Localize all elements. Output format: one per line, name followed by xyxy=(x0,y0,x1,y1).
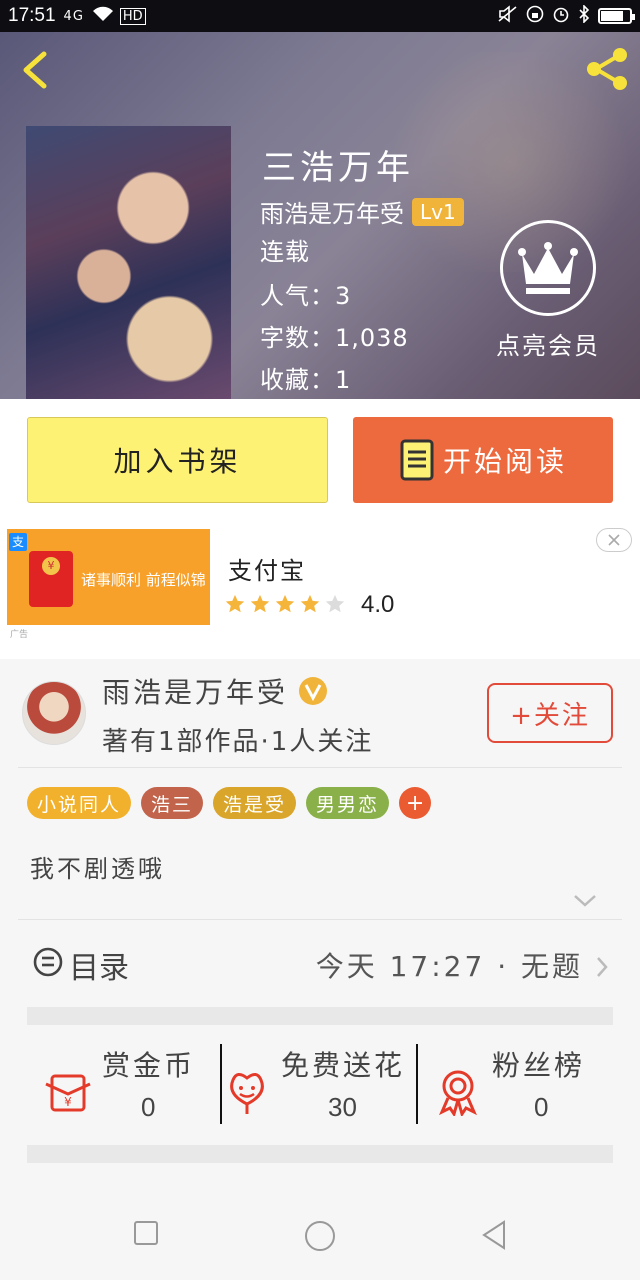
fans-value: 0 xyxy=(534,1092,549,1122)
bluetooth-icon xyxy=(578,4,590,27)
hd-indicator: HD xyxy=(119,7,146,25)
book-cover[interactable] xyxy=(26,126,231,399)
tag-item[interactable]: 浩是受 xyxy=(213,787,297,819)
avatar[interactable] xyxy=(22,681,86,745)
reward-coins-button[interactable]: ¥ 赏金币 0 xyxy=(44,1044,214,1124)
book-header: 三浩万年 雨浩是万年受 Lv1 连载 人气：3 字数：1,038 收藏：1 点亮… xyxy=(0,32,640,399)
square-icon xyxy=(134,1221,158,1245)
reward-value: 0 xyxy=(141,1092,156,1122)
chevron-left-icon xyxy=(23,51,47,89)
book-favorites: 收藏：1 xyxy=(260,366,352,394)
back-nav-button[interactable] xyxy=(480,1220,508,1254)
network-indicator: 4G xyxy=(63,8,84,24)
verified-icon xyxy=(299,677,328,705)
book-detail-main: 雨浩是万年受 著有1部作品·1人关注 +关注 小说同人 浩三 浩是受 男男恋 +… xyxy=(0,659,640,1180)
lock-rotation-icon xyxy=(526,5,544,27)
share-icon xyxy=(587,48,627,90)
add-tag-button[interactable]: + xyxy=(399,787,432,819)
table-of-contents-row[interactable]: 目录 今天 17:27 · 无题 xyxy=(27,929,613,999)
book-author-line: 雨浩是万年受 Lv1 xyxy=(260,194,464,229)
star-filled-icon xyxy=(275,594,295,613)
level-badge: Lv1 xyxy=(412,197,464,226)
action-bar: 加入书架 开始阅读 xyxy=(0,399,640,521)
alarm-icon xyxy=(552,5,570,27)
share-button[interactable] xyxy=(584,46,630,92)
battery-icon xyxy=(598,8,635,24)
triangle-back-icon xyxy=(482,1220,505,1250)
star-filled-icon xyxy=(250,594,270,613)
list-icon xyxy=(33,947,63,977)
vip-label: 点亮会员 xyxy=(496,332,600,360)
book-description: 我不剧透哦 xyxy=(30,855,165,883)
send-flower-button[interactable]: 免费送花 30 xyxy=(223,1044,417,1124)
book-word-count: 字数：1,038 xyxy=(260,324,409,352)
system-nav-bar xyxy=(0,1180,640,1280)
vip-button[interactable]: 点亮会员 xyxy=(493,220,603,361)
book-status: 连载 xyxy=(260,238,310,266)
book-title: 三浩万年 xyxy=(262,148,414,188)
section-separator xyxy=(27,1007,613,1025)
recent-apps-button[interactable] xyxy=(133,1220,159,1250)
wifi-icon xyxy=(92,6,114,27)
author-stats: 著有1部作品·1人关注 xyxy=(102,727,374,757)
book-author[interactable]: 雨浩是万年受 xyxy=(260,194,404,229)
stat-divider xyxy=(220,1044,222,1124)
fans-label: 粉丝榜 xyxy=(492,1049,586,1082)
tag-item[interactable]: 男男恋 xyxy=(306,787,390,819)
home-button[interactable] xyxy=(304,1220,336,1256)
status-bar: 17:51 4G HD xyxy=(0,0,640,32)
red-envelope-icon: ¥ xyxy=(45,1074,91,1112)
divider xyxy=(18,767,622,768)
alipay-logo: 支 xyxy=(9,533,27,551)
book-popularity: 人气：3 xyxy=(260,282,352,310)
flower-icon xyxy=(230,1073,264,1114)
expand-description-button[interactable] xyxy=(572,893,598,909)
start-reading-button[interactable]: 开始阅读 xyxy=(353,417,613,503)
ad-rating-score: 4.0 xyxy=(361,591,395,618)
tag-item[interactable]: 小说同人 xyxy=(27,787,132,819)
chevron-right-icon xyxy=(597,957,608,977)
ad-subtext: 广告 xyxy=(10,630,29,640)
crown-icon xyxy=(500,220,596,316)
stat-divider xyxy=(416,1044,418,1124)
tag-item[interactable]: 浩三 xyxy=(141,787,204,819)
flower-label: 免费送花 xyxy=(281,1049,406,1082)
circle-icon xyxy=(305,1221,335,1251)
start-reading-label: 开始阅读 xyxy=(442,445,567,478)
star-empty-icon xyxy=(325,594,345,613)
ad-image[interactable]: 支 诸事顺利 前程似锦 xyxy=(7,529,210,625)
back-button[interactable] xyxy=(16,48,56,92)
mute-icon xyxy=(498,5,518,27)
flower-value: 30 xyxy=(328,1092,357,1122)
chevron-down-icon xyxy=(574,895,596,907)
star-filled-icon xyxy=(225,594,245,613)
section-separator xyxy=(27,1145,613,1163)
status-time: 17:51 xyxy=(8,5,56,26)
star-filled-icon xyxy=(300,594,320,613)
reward-label: 赏金币 xyxy=(102,1049,196,1082)
medal-icon xyxy=(439,1070,477,1116)
ad-app-name[interactable]: 支付宝 xyxy=(228,551,306,586)
ad-close-button[interactable] xyxy=(596,528,632,552)
ad-banner[interactable]: 支 诸事顺利 前程似锦 广告 支付宝 4.0 xyxy=(0,521,640,659)
toc-latest-chapter: 今天 17:27 · 无题 xyxy=(315,950,583,983)
red-packet-icon xyxy=(29,551,73,607)
tag-list: 小说同人 浩三 浩是受 男男恋 + xyxy=(27,787,432,819)
author-name-row: 雨浩是万年受 xyxy=(102,671,328,711)
divider xyxy=(18,919,622,920)
follow-button[interactable]: +关注 xyxy=(487,683,613,743)
toc-label: 目录 xyxy=(69,951,129,986)
book-icon xyxy=(400,439,434,481)
close-icon xyxy=(608,534,620,546)
ad-slogan: 诸事顺利 前程似锦 xyxy=(81,571,206,589)
add-to-shelf-button[interactable]: 加入书架 xyxy=(27,417,328,503)
svg-text:¥: ¥ xyxy=(64,1095,72,1109)
fans-ranking-button[interactable]: 粉丝榜 0 xyxy=(434,1044,614,1124)
ad-rating-stars xyxy=(224,593,346,615)
author-name[interactable]: 雨浩是万年受 xyxy=(102,671,288,711)
